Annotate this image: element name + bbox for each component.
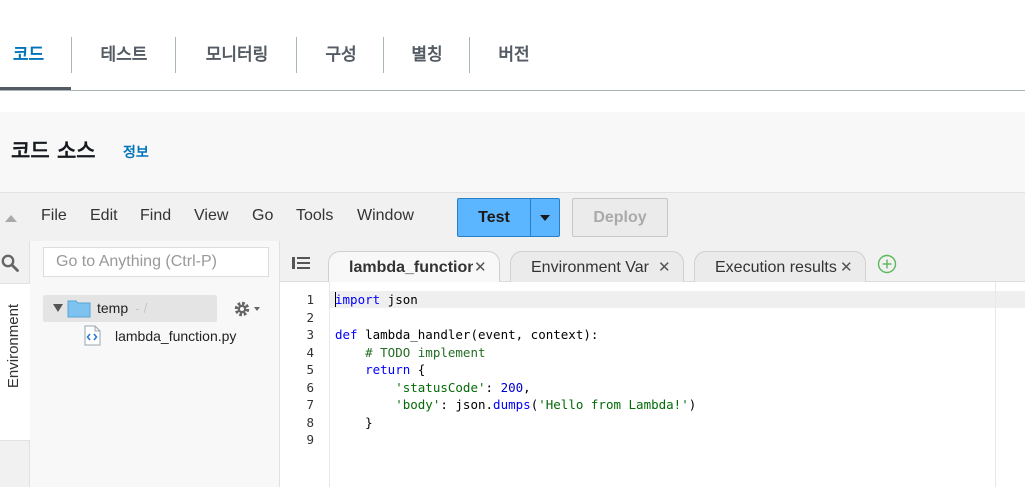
ide-menubar: File Edit Find View Go Tools Window Test… (0, 192, 1025, 241)
code-text: ) (688, 397, 697, 412)
code-text: lambda_handler(event, context): (357, 327, 599, 342)
code-line: def lambda_handler(event, context): (335, 327, 598, 342)
tab-code[interactable]: 코드 (0, 36, 57, 74)
code-line: } (335, 415, 373, 430)
code-string: 'statusCode' (335, 380, 486, 395)
python-file-icon (84, 325, 101, 346)
tab-separator (383, 37, 384, 73)
code-line: 'body': json.dumps('Hello from Lambda!') (335, 397, 696, 412)
tab-test[interactable]: 테스트 (85, 36, 163, 74)
active-tab-indicator (0, 87, 71, 90)
menu-edit[interactable]: Edit (90, 207, 118, 225)
editor-tab-lambda-function[interactable]: lambda_function ✕ (328, 251, 500, 282)
file-name: lambda_function.py (115, 328, 237, 344)
code-string: 'body' (335, 397, 441, 412)
tab-separator (296, 37, 297, 73)
editor-tab-label: Environment Var (531, 259, 649, 276)
line-number: 5 (306, 362, 314, 377)
caret-down-icon (540, 215, 550, 221)
line-number: 2 (306, 310, 314, 325)
tab-list-icon[interactable] (292, 256, 310, 270)
code-comment: # TODO implement (335, 345, 486, 360)
line-number: 3 (306, 327, 314, 342)
add-tab-icon[interactable] (877, 254, 897, 274)
menu-go[interactable]: Go (252, 207, 273, 225)
editor-tab-label: Execution results (715, 259, 837, 276)
code-number: 200 (500, 380, 524, 395)
tab-separator (71, 37, 72, 73)
tab-monitoring[interactable]: 모니터링 (190, 36, 284, 74)
menu-view[interactable]: View (194, 207, 228, 225)
code-line: 'statusCode': 200, (335, 380, 531, 395)
code-keyword: return (335, 362, 411, 377)
code-line: import json (335, 292, 418, 307)
line-number: 1 (306, 292, 314, 307)
go-to-anything-input[interactable] (43, 247, 269, 277)
line-number: 6 (306, 380, 314, 395)
print-margin (995, 282, 996, 487)
code-text: json (380, 292, 418, 307)
folder-path: - / (135, 300, 148, 316)
text-cursor (335, 292, 336, 307)
editor-tab-label: lambda_function (349, 259, 473, 276)
environment-rail-tab[interactable]: Environment (0, 283, 30, 441)
tree-file-row[interactable]: lambda_function.py (82, 323, 272, 347)
test-button[interactable]: Test (457, 198, 531, 237)
folder-icon (67, 300, 91, 318)
tab-aliases[interactable]: 별칭 (397, 36, 457, 74)
line-number: 8 (306, 415, 314, 430)
close-icon[interactable]: ✕ (840, 258, 853, 276)
code-string: 'Hello from Lambda!' (538, 397, 689, 412)
code-function: dumps (493, 397, 531, 412)
deploy-button[interactable]: Deploy (572, 198, 668, 237)
test-dropdown-button[interactable] (530, 198, 560, 237)
active-line-highlight (330, 291, 1025, 308)
menu-tools[interactable]: Tools (296, 207, 333, 225)
editor-tab-bar: lambda_function ✕ Environment Var ✕ Exec… (280, 241, 1025, 282)
caret-down-icon[interactable] (53, 304, 63, 312)
code-line: return { (335, 362, 425, 377)
line-number: 9 (306, 432, 314, 447)
left-rail: Environment (0, 241, 30, 487)
file-tree-panel: temp - / lambda_function.py (30, 241, 280, 487)
editor-tab-execution-results[interactable]: Execution results ✕ (694, 251, 866, 282)
code-text: { (410, 362, 426, 377)
gear-icon[interactable] (232, 299, 264, 319)
code-source-header: 코드 소스 정보 (0, 112, 1025, 192)
line-number-gutter: 1 2 3 4 5 6 7 8 9 (280, 282, 330, 487)
line-number: 7 (306, 397, 314, 412)
menu-file[interactable]: File (41, 207, 67, 225)
folder-name: temp (97, 300, 129, 316)
tab-separator (175, 37, 176, 73)
close-icon[interactable]: ✕ (658, 258, 671, 276)
section-title: 코드 소스 (11, 139, 96, 163)
code-text: : (485, 380, 501, 395)
tab-versions[interactable]: 버전 (484, 36, 544, 74)
tab-configuration[interactable]: 구성 (311, 36, 371, 74)
line-number: 4 (306, 345, 314, 360)
code-keyword: import (335, 292, 381, 307)
menu-find[interactable]: Find (140, 207, 171, 225)
environment-tab-label: Environment (5, 303, 22, 389)
code-keyword: def (335, 327, 358, 342)
code-text: , (523, 380, 531, 395)
tab-separator (469, 37, 470, 73)
collapse-caret-icon[interactable] (5, 215, 17, 222)
editor-tab-environment-variables[interactable]: Environment Var ✕ (510, 251, 684, 282)
tree-folder-row[interactable]: temp - / (43, 295, 217, 322)
top-tab-bar: 코드 테스트 모니터링 구성 별칭 버전 (0, 0, 1025, 91)
code-text: : json. (440, 397, 494, 412)
close-icon[interactable]: ✕ (474, 258, 487, 276)
search-icon[interactable] (1, 254, 19, 272)
info-link[interactable]: 정보 (123, 142, 149, 162)
menu-window[interactable]: Window (357, 207, 414, 225)
code-editor[interactable]: 1 2 3 4 5 6 7 8 9 import json def lambda… (280, 282, 1025, 487)
